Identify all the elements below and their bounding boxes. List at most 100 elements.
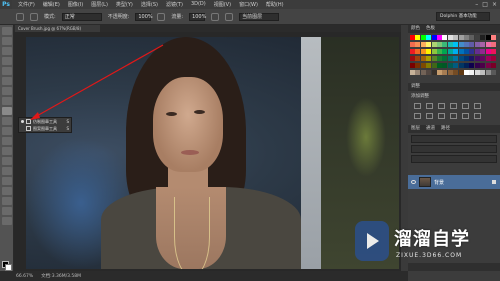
document-info[interactable]: 文档:3.36M/3.58M [41,273,81,279]
pattern-stamp-menu-item[interactable]: 图案图章工具 S [19,125,71,132]
color-swatch[interactable] [453,35,459,40]
color-swatch[interactable] [491,35,496,40]
color-swatch[interactable] [485,56,491,62]
color-swatch[interactable] [458,49,464,55]
tab-adjustments[interactable]: 调整 [411,83,420,91]
color-swatch[interactable] [420,63,426,69]
color-swatch[interactable] [447,35,453,40]
color-swatch[interactable] [426,70,432,76]
color-swatch[interactable] [437,70,442,76]
pressure-opacity-icon[interactable] [157,12,166,21]
color-swatch[interactable] [431,56,437,62]
color-swatch[interactable] [464,63,469,69]
color-swatch[interactable] [431,63,437,69]
invert-icon[interactable] [474,113,481,119]
lasso-tool-icon[interactable] [1,47,12,55]
color-swatch[interactable] [474,35,480,40]
color-swatch[interactable] [420,49,426,55]
color-swatch[interactable] [474,42,480,48]
flow-field[interactable]: 100% [189,12,206,21]
color-swatch[interactable] [480,63,486,69]
color-swatch[interactable] [458,35,464,40]
color-swatch[interactable] [491,63,496,69]
menu-item-10[interactable]: 帮助(H) [266,1,284,8]
color-swatch[interactable] [464,70,469,76]
color-swatch[interactable] [426,49,432,55]
color-swatch[interactable] [453,42,459,48]
brush-preset-icon[interactable] [30,12,38,21]
color-swatch[interactable] [480,70,486,76]
color-swatch[interactable] [480,35,486,40]
color-swatch[interactable] [420,56,426,62]
eraser-tool-icon[interactable] [1,127,12,135]
color-swatch[interactable] [447,70,453,76]
tool-preset-icon[interactable] [16,12,24,21]
black-white-icon[interactable] [426,113,433,119]
dodge-tool-icon[interactable] [1,157,12,165]
pen-tool-icon[interactable] [1,167,12,175]
color-swatch[interactable] [431,70,437,76]
brush-tool-icon[interactable] [1,97,12,105]
color-swatch[interactable] [410,42,415,48]
color-swatch[interactable] [447,42,453,48]
menu-item-7[interactable]: 3D(D) [191,1,206,8]
vibrance-icon[interactable] [462,103,469,109]
color-swatch[interactable] [426,42,432,48]
color-swatch[interactable] [485,42,491,48]
menu-item-9[interactable]: 窗口(W) [239,1,258,8]
hue-saturation-icon[interactable] [474,103,481,109]
menu-item-4[interactable]: 类型(Y) [116,1,133,8]
path-select-tool-icon[interactable] [1,187,12,195]
color-swatch[interactable] [485,35,491,40]
curves-icon[interactable] [438,103,445,109]
close-button[interactable]: × [492,1,497,8]
color-swatch[interactable] [415,49,421,55]
color-swatch[interactable] [453,70,459,76]
channel-mixer-icon[interactable] [450,113,457,119]
color-swatch[interactable] [431,42,437,48]
airbrush-icon[interactable] [211,12,220,21]
color-swatch[interactable] [447,49,453,55]
color-swatch[interactable] [485,63,491,69]
color-swatch[interactable] [426,63,432,69]
blur-tool-icon[interactable] [1,147,12,155]
color-swatch[interactable] [426,35,432,40]
color-swatch[interactable] [485,49,491,55]
color-swatch[interactable] [458,42,464,48]
clone-stamp-tool-icon[interactable] [1,107,12,115]
color-swatch[interactable] [458,70,464,76]
blend-mode-control[interactable] [411,145,497,153]
color-swatch[interactable] [437,35,442,40]
hand-tool-icon[interactable] [1,207,12,215]
color-swatch[interactable] [437,56,442,62]
menu-item-2[interactable]: 图像(I) [68,1,83,8]
maximize-button[interactable]: □ [482,1,488,8]
color-swatch[interactable] [469,56,475,62]
history-brush-tool-icon[interactable] [1,117,12,125]
color-swatch[interactable] [415,35,421,40]
color-swatch[interactable] [415,42,421,48]
document-image[interactable] [26,37,399,269]
color-swatch[interactable] [491,70,496,76]
color-swatch[interactable] [480,49,486,55]
tab-paths[interactable]: 路径 [441,125,450,133]
zoom-tool-icon[interactable] [1,217,12,225]
healing-tool-icon[interactable] [1,87,12,95]
color-swatch[interactable] [469,63,475,69]
color-swatch[interactable] [442,63,448,69]
color-balance-icon[interactable] [414,113,421,119]
color-swatch[interactable] [410,35,415,40]
color-swatch[interactable] [442,35,448,40]
menu-item-8[interactable]: 视图(V) [214,1,231,8]
color-swatch[interactable] [410,63,415,69]
type-tool-icon[interactable] [1,177,12,185]
layer-filter-control[interactable] [411,135,497,143]
menu-item-6[interactable]: 滤镜(T) [166,1,183,8]
menu-item-5[interactable]: 选择(S) [141,1,158,8]
eyedropper-tool-icon[interactable] [1,77,12,85]
color-swatch[interactable] [453,56,459,62]
color-swatch[interactable] [469,35,475,40]
color-swatch[interactable] [420,35,426,40]
color-swatch[interactable] [420,42,426,48]
document-tab[interactable]: Cover Brush.jpg @ 67%(RGB/8) [15,25,100,32]
